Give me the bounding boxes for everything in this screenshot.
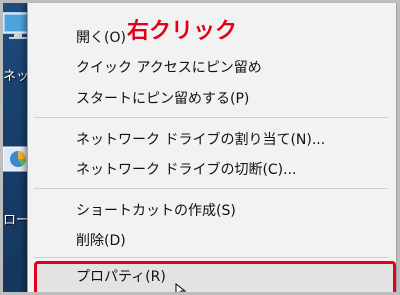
- menu-item-map-network-drive[interactable]: ネットワーク ドライブの割り当て(N)...: [76, 131, 325, 149]
- menu-separator: [34, 117, 388, 118]
- menu-item-disconnect-network-drive[interactable]: ネットワーク ドライブの切断(C)...: [76, 161, 297, 179]
- menu-item-delete[interactable]: 削除(D): [76, 232, 126, 250]
- menu-item-pin-quick-access[interactable]: クイック アクセスにピン留め: [76, 59, 262, 77]
- menu-separator: [34, 257, 388, 258]
- screenshot-frame: ネット ローー 開く(O) クイック アクセスにピン留め スタートにピン留めする…: [0, 0, 400, 295]
- menu-item-open[interactable]: 開く(O): [76, 29, 126, 47]
- callout-right-click: 右クリック: [127, 19, 238, 44]
- menu-item-pin-start[interactable]: スタートにピン留めする(P): [76, 90, 249, 108]
- menu-separator: [34, 188, 388, 189]
- menu-item-create-shortcut[interactable]: ショートカットの作成(S): [76, 202, 236, 220]
- menu-item-properties[interactable]: プロパティ(R): [76, 268, 166, 286]
- mouse-cursor-icon: [175, 282, 189, 292]
